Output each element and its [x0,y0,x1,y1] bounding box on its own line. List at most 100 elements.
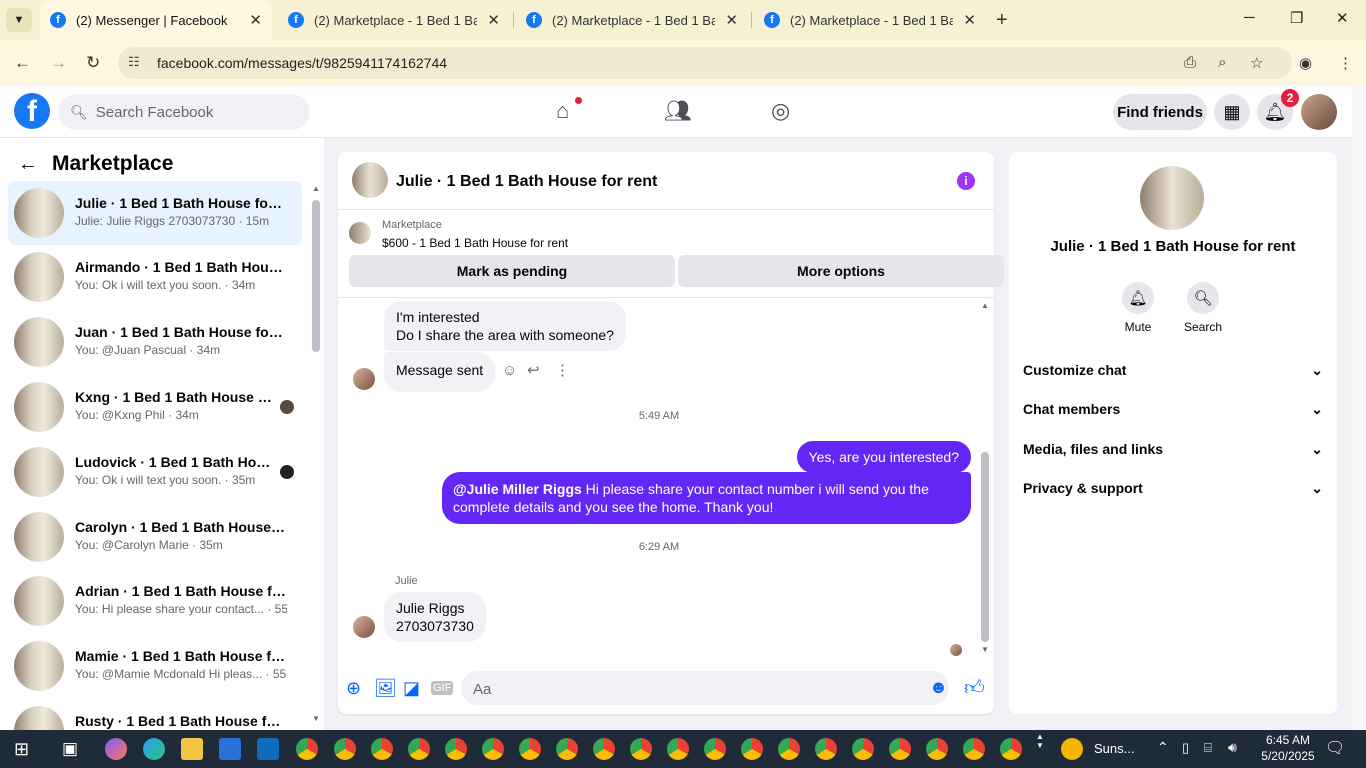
conversation-item[interactable]: Kxng · 1 Bed 1 Bath House for ... You: @… [8,375,302,439]
reload-icon[interactable]: ↻ [86,53,100,73]
message-bubble[interactable]: Julie Riggs 2703073730 [384,592,486,642]
sticker-icon[interactable]: ◪ [403,678,420,699]
zoom-icon[interactable]: ⌕ [1218,54,1226,71]
groups-icon[interactable]: ◎ [771,98,790,124]
file-explorer-icon[interactable] [181,738,203,760]
facebook-logo-icon[interactable]: f [14,93,50,129]
listing-title[interactable]: $600 - 1 Bed 1 Bath House for rent [382,236,568,250]
back-arrow-icon[interactable]: ← [18,153,38,176]
minimize-icon[interactable]: ─ [1244,9,1255,26]
privacy-support-section[interactable]: Privacy & support ⌄ [1023,480,1323,497]
chrome-icon[interactable] [519,738,541,760]
conversation-item[interactable]: Carolyn · 1 Bed 1 Bath House for... You:… [8,505,302,569]
chat-title[interactable]: Julie · 1 Bed 1 Bath House for rent [396,173,657,191]
chrome-icon[interactable] [1000,738,1022,760]
chat-scrollbar[interactable] [981,452,989,642]
search-in-conversation-button[interactable]: 🔍︎ Search [1173,282,1233,334]
task-view-icon[interactable]: ▣ [62,739,78,759]
chrome-icon[interactable] [889,738,911,760]
restore-icon[interactable]: ❐ [1290,9,1303,27]
message-bubble[interactable]: Message sent [384,352,496,392]
mark-as-pending-button[interactable]: Mark as pending [349,255,675,287]
chrome-icon[interactable] [334,738,356,760]
close-tab-icon[interactable]: ✕ [487,11,500,29]
gif-icon[interactable]: GIF [431,681,454,695]
friends-icon[interactable]: 👥︎ [664,98,692,124]
chrome-icon[interactable] [482,738,504,760]
close-tab-icon[interactable]: ✕ [249,11,262,29]
windows-start-icon[interactable]: ⊞ [14,739,29,760]
sender-avatar[interactable] [353,616,375,638]
conversation-item[interactable]: Julie · 1 Bed 1 Bath House for rent Juli… [8,181,302,245]
tab-search-dropdown[interactable]: ▼ [6,8,32,32]
media-files-links-section[interactable]: Media, files and links ⌄ [1023,441,1323,458]
chrome-icon[interactable] [556,738,578,760]
edge-icon[interactable] [143,738,165,760]
contact-avatar[interactable] [1140,166,1204,230]
close-tab-icon[interactable]: ✕ [963,11,976,29]
conversation-item[interactable]: Rusty · 1 Bed 1 Bath House for... [8,699,302,730]
forward-icon[interactable]: → [50,53,67,73]
page-scrollbar[interactable] [1352,86,1366,730]
clock-date[interactable]: 5/20/2025 [1258,749,1318,763]
chrome-icon[interactable] [630,738,652,760]
chrome-icon[interactable] [445,738,467,760]
tray-device-icon[interactable]: ▯ [1182,740,1189,756]
menu-grid-icon[interactable]: ▦ [1214,94,1250,130]
new-tab-icon[interactable]: + [996,9,1008,32]
chrome-icon[interactable] [704,738,726,760]
tray-expand-icon[interactable]: ⌃ [1157,739,1169,756]
back-icon[interactable]: ← [14,53,31,73]
chrome-icon[interactable] [852,738,874,760]
tab-marketplace-3[interactable]: f (2) Marketplace - 1 Bed 1 Bath ✕ [754,0,986,40]
bookmark-star-icon[interactable]: ☆ [1250,54,1263,72]
chrome-icon[interactable] [815,738,837,760]
plus-actions-icon[interactable]: ⊕ [346,678,361,699]
listing-thumbnail[interactable] [349,222,371,244]
info-icon[interactable]: i [957,172,975,190]
emoji-icon[interactable]: ☻ [929,677,948,698]
taskbar-scroll-up-icon[interactable]: ▲ ▼ [1036,732,1044,750]
weather-text[interactable]: Suns... [1094,741,1134,756]
conversation-item[interactable]: Airmando · 1 Bed 1 Bath House f... You: … [8,245,302,309]
scroll-down-arrow-icon[interactable]: ▼ [981,645,989,654]
chat-avatar[interactable] [352,162,388,198]
tab-marketplace-2[interactable]: f (2) Marketplace - 1 Bed 1 Bath ✕ [516,0,748,40]
find-friends-button[interactable]: Find friends [1113,94,1207,130]
chrome-icon[interactable] [741,738,763,760]
network-icon[interactable]: ⌸ [1204,740,1212,756]
chrome-icon[interactable] [296,738,318,760]
clock-time[interactable]: 6:45 AM [1258,733,1318,747]
install-app-icon[interactable]: ⎙ [1184,54,1196,71]
volume-icon[interactable]: 🔊︎ [1228,739,1237,756]
tab-messenger[interactable]: f (2) Messenger | Facebook ✕ [40,0,272,40]
chat-members-section[interactable]: Chat members ⌄ [1023,401,1323,418]
reply-icon[interactable]: ↩ [527,361,540,379]
address-bar[interactable]: ☷ facebook.com/messages/t/98259411741627… [118,47,1292,79]
profile-icon[interactable]: ◉ [1299,54,1312,72]
customize-chat-section[interactable]: Customize chat ⌄ [1023,362,1323,379]
chrome-menu-icon[interactable]: ⋮ [1338,54,1353,72]
chrome-icon[interactable] [667,738,689,760]
message-bubble-outgoing[interactable]: Yes, are you interested? [796,441,971,473]
home-icon[interactable]: ⌂ [556,98,569,124]
search-facebook-input[interactable]: 🔍︎ Search Facebook [58,94,310,130]
url-text[interactable]: facebook.com/messages/t/9825941174162744 [157,55,447,71]
chrome-icon-active[interactable] [593,738,615,760]
mention-text[interactable]: @Julie Miller Riggs [453,481,582,497]
chrome-icon[interactable] [963,738,985,760]
site-info-icon[interactable]: ☷ [128,54,140,70]
weather-icon[interactable] [1061,738,1083,760]
conversation-item[interactable]: Adrian · 1 Bed 1 Bath House for r... You… [8,569,302,633]
conversation-item[interactable]: Juan · 1 Bed 1 Bath House for rent You: … [8,310,302,374]
close-tab-icon[interactable]: ✕ [725,11,738,29]
message-input[interactable]: Aa [461,671,949,705]
conversation-list-scrollbar[interactable] [312,200,320,352]
chrome-icon[interactable] [926,738,948,760]
chrome-icon[interactable] [778,738,800,760]
conversation-item[interactable]: Mamie · 1 Bed 1 Bath House for ... You: … [8,634,302,698]
close-window-icon[interactable]: ✕ [1336,9,1349,27]
more-options-button[interactable]: More options [678,255,1004,287]
outlook-icon[interactable] [257,738,279,760]
mute-button[interactable]: 🔔︎ Mute [1108,282,1168,334]
